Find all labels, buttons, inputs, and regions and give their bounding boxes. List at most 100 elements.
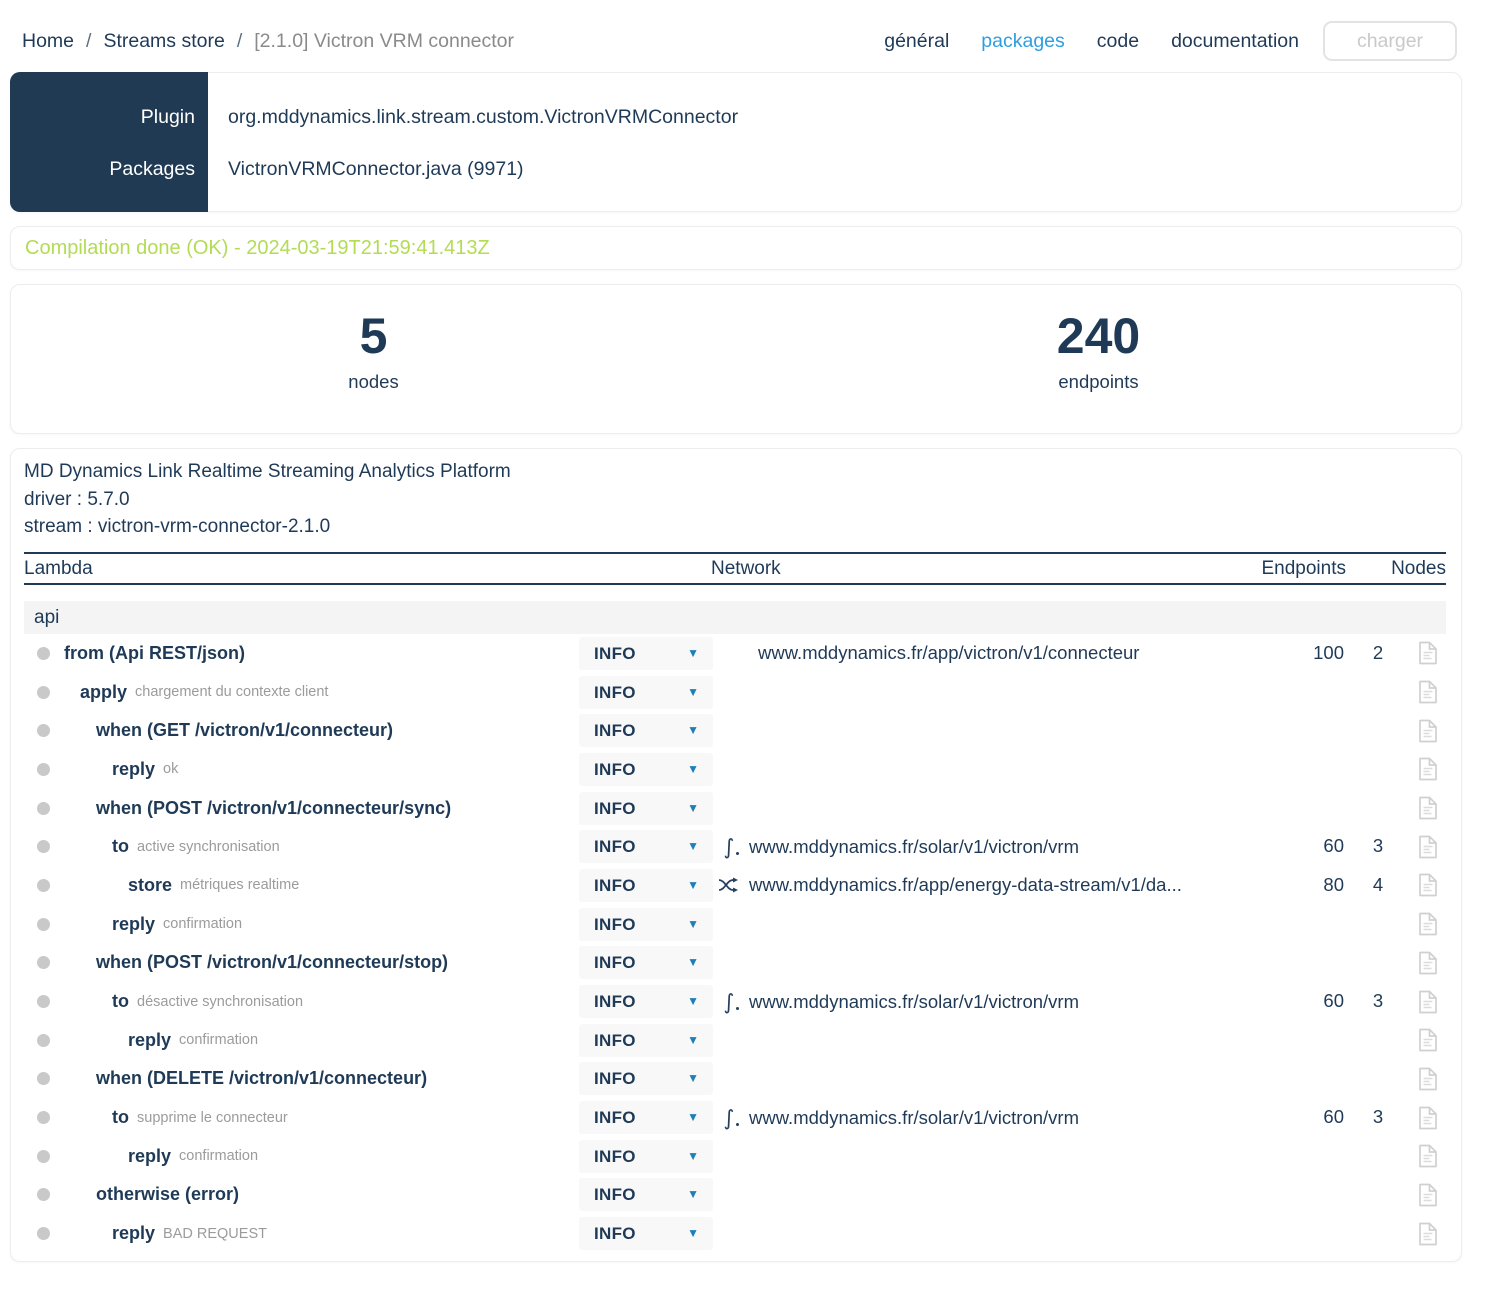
table-row: to désactive synchronisation INFO ▼ ∫ ww… — [24, 982, 1446, 1021]
table-row: otherwise (error) INFO ▼ — [24, 1176, 1446, 1215]
log-level-select[interactable]: INFO ▼ — [579, 636, 713, 670]
endpoints-value: 60 — [1323, 990, 1344, 1012]
shuffle-icon — [718, 876, 740, 894]
document-icon[interactable] — [1418, 796, 1440, 820]
lambda-keyword: reply — [128, 1029, 172, 1050]
log-level-select[interactable]: INFO ▼ — [579, 752, 713, 786]
document-icon[interactable] — [1418, 1028, 1440, 1052]
log-level-select[interactable]: INFO ▼ — [579, 946, 713, 980]
document-icon[interactable] — [1418, 1222, 1440, 1246]
stream-detail-panel: MD Dynamics Link Realtime Streaming Anal… — [10, 448, 1462, 1262]
lambda-keyword: reply — [112, 913, 156, 934]
network-url: www.mddynamics.fr/app/energy-data-stream… — [749, 874, 1182, 896]
log-level-select[interactable]: INFO ▼ — [579, 1062, 713, 1096]
endpoints-value: 80 — [1323, 874, 1344, 896]
document-icon[interactable] — [1418, 1144, 1440, 1168]
log-level-select[interactable]: INFO ▼ — [579, 791, 713, 825]
lambda-cell: to désactive synchronisation — [24, 982, 566, 1021]
log-level-value: INFO — [594, 1030, 636, 1050]
document-icon[interactable] — [1418, 1067, 1440, 1091]
function-icon: ∫ — [718, 1106, 740, 1130]
lambda-keyword: to — [112, 836, 129, 857]
log-level-value: INFO — [594, 798, 636, 818]
document-icon[interactable] — [1418, 680, 1440, 704]
table-row: reply confirmation INFO ▼ — [24, 1021, 1446, 1060]
network-cell: www.mddynamics.fr/app/victron/v1/connect… — [718, 634, 1139, 673]
log-level-value: INFO — [594, 1146, 636, 1166]
network-cell: ∫ www.mddynamics.fr/solar/v1/victron/vrm — [718, 827, 1079, 866]
platform-title: MD Dynamics Link Realtime Streaming Anal… — [24, 461, 511, 482]
chevron-down-icon: ▼ — [687, 684, 699, 699]
lambda-cell: from (Api REST/json) — [24, 634, 566, 673]
tab-packages[interactable]: packages — [981, 30, 1064, 53]
charger-button[interactable]: charger — [1323, 21, 1457, 61]
page: Home / Streams store / [2.1.0] Victron V… — [0, 0, 1500, 1293]
lambda-keyword: store — [128, 874, 173, 895]
lambda-annotation: confirmation — [179, 1032, 259, 1049]
document-icon[interactable] — [1418, 990, 1440, 1014]
log-level-select[interactable]: INFO ▼ — [579, 1023, 713, 1057]
log-level-value: INFO — [594, 953, 636, 973]
table-row: when (POST /victron/v1/connecteur/sync) … — [24, 789, 1446, 828]
table-row: from (Api REST/json) INFO ▼ www.mddynami… — [24, 634, 1446, 673]
document-icon[interactable] — [1418, 1183, 1440, 1207]
log-level-select[interactable]: INFO ▼ — [579, 830, 713, 864]
chevron-down-icon: ▼ — [687, 916, 699, 931]
breadcrumb-streams-store[interactable]: Streams store — [103, 30, 224, 53]
network-url: www.mddynamics.fr/solar/v1/victron/vrm — [749, 1106, 1079, 1128]
document-icon[interactable] — [1418, 835, 1440, 859]
chevron-down-icon: ▼ — [687, 761, 699, 776]
header-network: Network — [711, 558, 781, 579]
chevron-down-icon: ▼ — [687, 1071, 699, 1086]
log-level-select[interactable]: INFO ▼ — [579, 675, 713, 709]
tab-documentation[interactable]: documentation — [1171, 30, 1299, 53]
table-row: to supprime le connecteur INFO ▼ ∫ www.m… — [24, 1098, 1446, 1137]
log-level-select[interactable]: INFO ▼ — [579, 907, 713, 941]
lambda-annotation: ok — [163, 761, 179, 778]
chevron-down-icon: ▼ — [687, 839, 699, 854]
nodes-count-label: nodes — [348, 371, 399, 392]
chevron-down-icon: ▼ — [687, 1187, 699, 1202]
lambda-keyword: to — [112, 1107, 129, 1128]
lambda-keyword: otherwise (error) — [96, 1184, 240, 1205]
lambda-annotation: désactive synchronisation — [137, 993, 304, 1010]
document-icon[interactable] — [1418, 1106, 1440, 1130]
stat-nodes: 5 nodes — [11, 285, 736, 433]
lambda-cell: reply BAD REQUEST — [24, 1214, 566, 1253]
document-icon[interactable] — [1418, 641, 1440, 665]
document-icon[interactable] — [1418, 912, 1440, 936]
lambda-cell: when (GET /victron/v1/connecteur) — [24, 711, 566, 750]
table-row: to active synchronisation INFO ▼ ∫ www.m… — [24, 827, 1446, 866]
log-level-select[interactable]: INFO ▼ — [579, 1178, 713, 1212]
document-icon[interactable] — [1418, 951, 1440, 975]
tab-general[interactable]: général — [884, 30, 949, 53]
table-row: reply confirmation INFO ▼ — [24, 1137, 1446, 1176]
log-level-select[interactable]: INFO ▼ — [579, 1139, 713, 1173]
nodes-value: 3 — [1372, 990, 1384, 1012]
breadcrumb-home[interactable]: Home — [22, 30, 74, 53]
packages-value: VictronVRMConnector.java (9971) — [228, 158, 524, 180]
plugin-label: Plugin — [140, 106, 195, 128]
log-level-select[interactable]: INFO ▼ — [579, 1217, 713, 1251]
stat-endpoints: 240 endpoints — [736, 285, 1461, 433]
lambda-cell: reply confirmation — [24, 905, 566, 944]
chevron-down-icon: ▼ — [687, 1226, 699, 1241]
lambda-keyword: to — [112, 991, 129, 1012]
log-level-value: INFO — [594, 643, 636, 663]
log-level-select[interactable]: INFO ▼ — [579, 868, 713, 902]
lambda-cell: otherwise (error) — [24, 1176, 566, 1215]
log-level-select[interactable]: INFO ▼ — [579, 1101, 713, 1135]
table-row: reply ok INFO ▼ — [24, 750, 1446, 789]
document-icon[interactable] — [1418, 719, 1440, 743]
breadcrumb-separator: / — [86, 29, 92, 52]
log-level-value: INFO — [594, 682, 636, 702]
log-level-select[interactable]: INFO ▼ — [579, 714, 713, 748]
tab-code[interactable]: code — [1097, 30, 1139, 53]
document-icon[interactable] — [1418, 873, 1440, 897]
function-icon: ∫ — [718, 835, 740, 859]
document-icon[interactable] — [1418, 757, 1440, 781]
header-endpoints: Endpoints — [1261, 558, 1346, 579]
lambda-keyword: reply — [128, 1145, 172, 1166]
lambda-annotation: BAD REQUEST — [163, 1225, 267, 1242]
log-level-select[interactable]: INFO ▼ — [579, 985, 713, 1019]
